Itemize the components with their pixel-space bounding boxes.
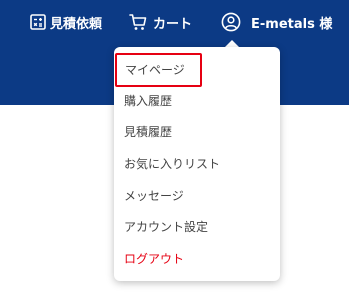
dropdown-caret <box>225 40 239 47</box>
menu-item-quote-history[interactable]: 見積履歴 <box>124 121 172 143</box>
calculator-icon <box>30 14 46 30</box>
account-label: E-metals 様 <box>251 16 333 32</box>
cart-link[interactable]: カート <box>129 11 192 33</box>
account-menu-trigger[interactable]: E-metals 様 <box>221 11 332 33</box>
menu-item-logout[interactable]: ログアウト <box>124 248 184 270</box>
menu-item-mypage[interactable]: マイページ <box>115 53 202 87</box>
user-icon <box>221 12 241 32</box>
menu-item-purchase-history[interactable]: 購入履歴 <box>124 90 172 112</box>
cart-icon <box>129 13 147 31</box>
menu-item-account-settings[interactable]: アカウント設定 <box>124 216 208 238</box>
menu-item-favorites[interactable]: お気に入りリスト <box>124 153 220 175</box>
menu-item-messages[interactable]: メッセージ <box>124 185 184 207</box>
account-dropdown-menu: マイページ 購入履歴 見積履歴 お気に入りリスト メッセージ アカウント設定 ロ… <box>114 47 280 281</box>
quote-request-label: 見積依頼 <box>50 16 103 32</box>
cart-label: カート <box>153 16 193 32</box>
quote-request-link[interactable]: 見積依頼 <box>30 11 102 33</box>
